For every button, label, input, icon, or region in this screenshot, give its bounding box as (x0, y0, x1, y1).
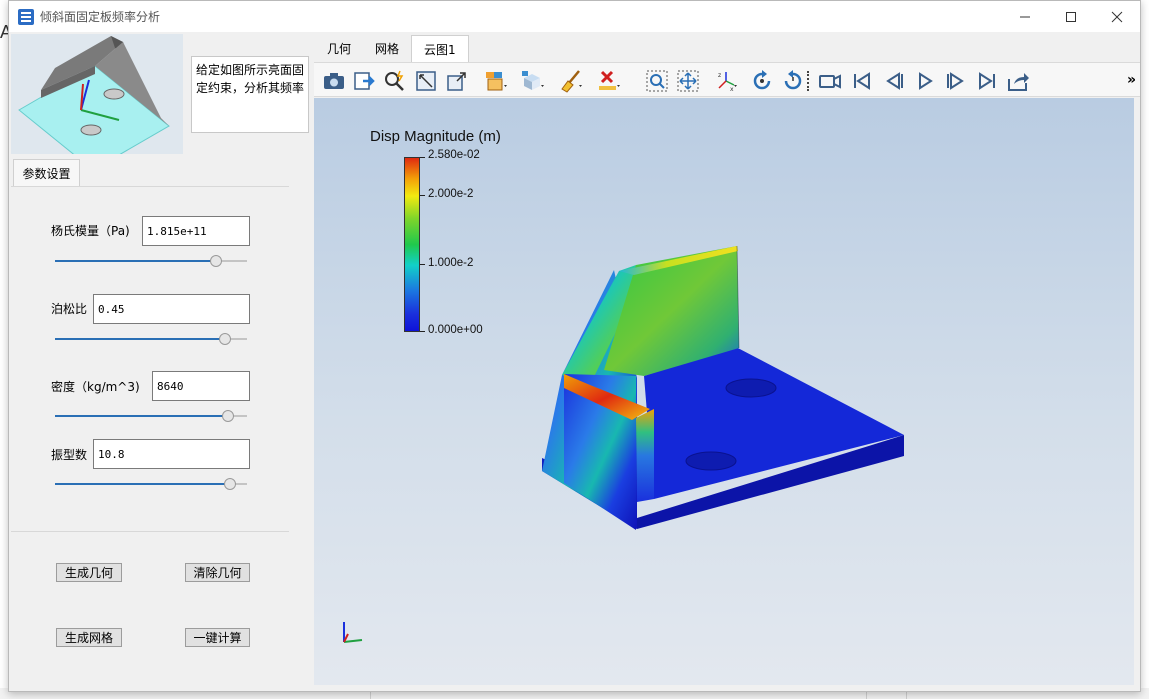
viewer-toolbar: zx » (314, 62, 1140, 97)
view-tabs: 几何 网格 云图1 (315, 35, 469, 62)
app-icon (18, 8, 34, 25)
rotate-cw-icon[interactable] (750, 69, 774, 93)
pan-icon[interactable] (676, 69, 700, 93)
3d-viewport[interactable]: Disp Magnitude (m) 2.580e-02 2.000e-2 1.… (314, 98, 1134, 685)
slider-handle[interactable] (210, 255, 222, 267)
generate-mesh-button[interactable]: 生成网格 (56, 628, 122, 647)
generate-geometry-button[interactable]: 生成几何 (56, 563, 122, 582)
poisson-ratio-slider[interactable] (55, 332, 247, 346)
close-button[interactable] (1094, 1, 1140, 32)
geometry-thumbnail (11, 34, 183, 154)
tab-parameter-settings[interactable]: 参数设置 (13, 159, 80, 186)
main-window: 倾斜面固定板频率分析 给定如图所示亮面固 定约束，分析其频率 参数设置 杨氏模量… (8, 0, 1141, 692)
zoom-box-icon[interactable] (645, 69, 669, 93)
tab-mesh[interactable]: 网格 (363, 35, 411, 62)
description-line: 给定如图所示亮面固 (196, 63, 305, 77)
zoom-select-icon[interactable] (383, 69, 407, 93)
youngs-modulus-label: 杨氏模量（Pa) (51, 224, 130, 238)
title-bar: 倾斜面固定板频率分析 (9, 1, 1140, 32)
contour-model (542, 245, 904, 530)
mode-count-slider[interactable] (55, 477, 247, 491)
description-line: 定约束，分析其频率 (196, 81, 305, 95)
minimize-icon (1020, 16, 1030, 17)
delete-icon[interactable] (597, 69, 621, 93)
display-mode-icon[interactable] (484, 69, 508, 93)
divider (11, 531, 289, 532)
share-icon[interactable] (1006, 69, 1030, 93)
slider-handle[interactable] (219, 333, 231, 345)
mode-count-label: 振型数 (51, 448, 88, 462)
compute-button[interactable]: 一键计算 (185, 628, 250, 647)
youngs-modulus-input[interactable]: 1.815e+11 (142, 216, 250, 246)
scale-view-icon[interactable] (445, 69, 469, 93)
density-label: 密度（kg/m^3) (51, 380, 140, 394)
density-input[interactable]: 8640 (152, 371, 250, 401)
maximize-icon (1066, 11, 1076, 22)
video-icon[interactable] (818, 69, 842, 93)
toolbar-separator (807, 71, 809, 91)
youngs-modulus-slider[interactable] (55, 254, 247, 268)
rotate-ccw-icon[interactable] (781, 69, 805, 93)
svg-text:x: x (730, 86, 734, 93)
first-frame-icon[interactable] (850, 69, 874, 93)
camera-icon[interactable] (322, 69, 346, 93)
axis-triad-icon (343, 622, 363, 643)
slider-handle[interactable] (222, 410, 234, 422)
close-icon (1111, 11, 1123, 22)
divider (11, 186, 289, 187)
poisson-ratio-label: 泊松比 (51, 302, 88, 316)
poisson-ratio-input[interactable]: 0.45 (93, 294, 250, 324)
last-frame-icon[interactable] (975, 69, 999, 93)
clean-brush-icon[interactable] (559, 69, 583, 93)
toolbar-more-button[interactable]: » (1127, 72, 1136, 88)
density-slider[interactable] (55, 409, 247, 423)
clear-geometry-button[interactable]: 清除几何 (185, 563, 250, 582)
axis-icon[interactable]: zx (714, 69, 738, 93)
mode-count-input[interactable]: 10.8 (93, 439, 250, 469)
slider-handle[interactable] (224, 478, 236, 490)
description-box: 给定如图所示亮面固 定约束，分析其频率 (191, 56, 309, 133)
tab-contour-1[interactable]: 云图1 (411, 35, 469, 62)
tab-geometry[interactable]: 几何 (315, 35, 363, 62)
window-title: 倾斜面固定板频率分析 (40, 10, 161, 24)
play-icon[interactable] (913, 69, 937, 93)
prev-frame-icon[interactable] (882, 69, 906, 93)
fit-view-icon[interactable] (414, 69, 438, 93)
maximize-button[interactable] (1048, 1, 1094, 32)
view-cube-icon[interactable] (520, 69, 544, 93)
minimize-button[interactable] (1002, 1, 1048, 32)
next-frame-icon[interactable] (944, 69, 968, 93)
svg-text:z: z (718, 72, 721, 79)
export-icon[interactable] (353, 69, 377, 93)
